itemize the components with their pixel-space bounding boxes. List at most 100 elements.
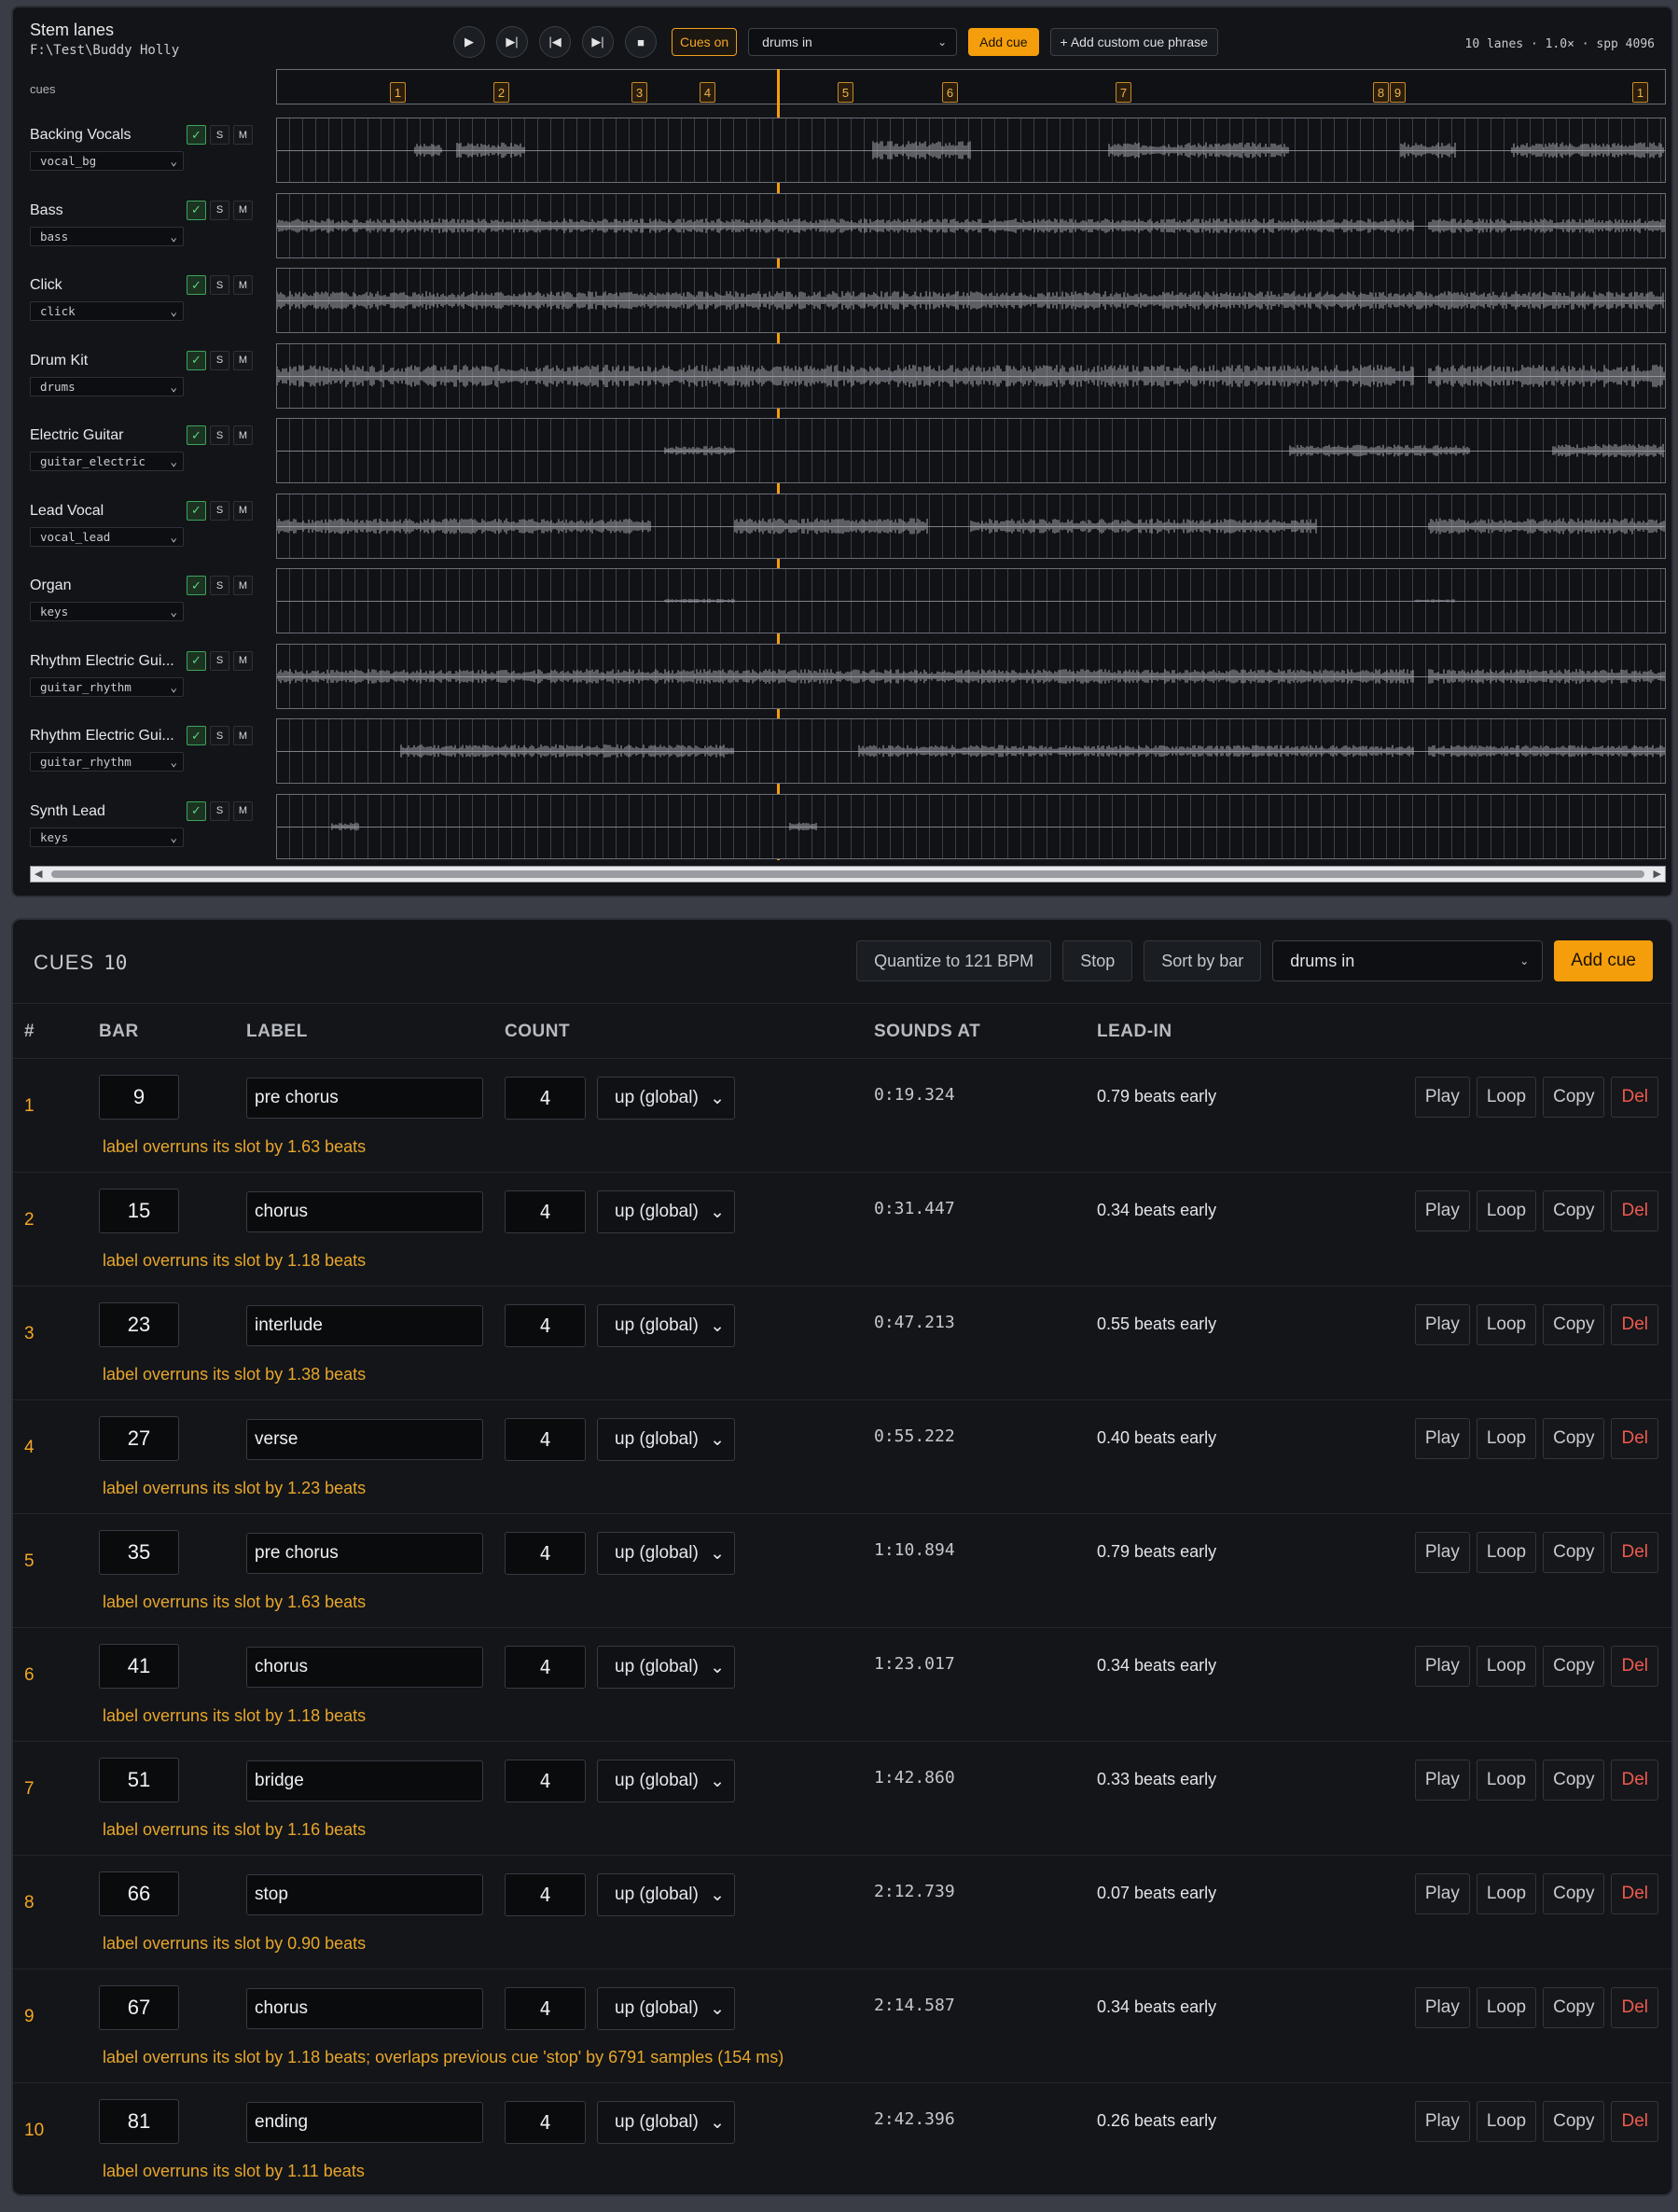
copy-button[interactable]: Copy [1543, 1987, 1605, 2028]
lane-enabled-checkbox[interactable]: ✓ [187, 500, 206, 521]
bar-input[interactable]: 81 [99, 2099, 179, 2144]
solo-button[interactable]: S [210, 726, 229, 745]
lane-source-select[interactable]: keys ⌄ [30, 602, 184, 621]
count-input[interactable]: 4 [505, 1532, 586, 1575]
lane-track[interactable] [276, 793, 1666, 859]
loop-button[interactable]: Loop [1476, 1418, 1537, 1459]
count-input[interactable]: 4 [505, 1760, 586, 1802]
count-input[interactable]: 4 [505, 1987, 586, 2030]
lane-source-select[interactable]: bass ⌄ [30, 226, 184, 246]
mute-button[interactable]: M [233, 275, 253, 295]
cue-marker[interactable]: 2 [493, 82, 509, 103]
delete-button[interactable]: Del [1611, 1077, 1658, 1118]
solo-button[interactable]: S [210, 200, 229, 220]
lane-source-select[interactable]: guitar_rhythm ⌄ [30, 752, 184, 772]
delete-button[interactable]: Del [1611, 1760, 1658, 1801]
cue-marker[interactable]: 1 [390, 82, 406, 103]
lane-enabled-checkbox[interactable]: ✓ [187, 650, 206, 671]
quantize-button[interactable]: Quantize to 121 BPM [856, 940, 1052, 981]
copy-button[interactable]: Copy [1543, 1418, 1605, 1459]
loop-button[interactable]: Loop [1476, 1532, 1537, 1573]
mute-button[interactable]: M [233, 350, 253, 370]
lane-source-select[interactable]: vocal_lead ⌄ [30, 526, 184, 547]
copy-button[interactable]: Copy [1543, 1646, 1605, 1687]
copy-button[interactable]: Copy [1543, 1190, 1605, 1231]
next-icon[interactable]: ▶| [582, 26, 614, 58]
play-button[interactable]: Play [1414, 1304, 1470, 1345]
play-button[interactable]: Play [1414, 2101, 1470, 2142]
label-input[interactable]: ending [246, 2102, 483, 2143]
stop-button[interactable]: Stop [1062, 940, 1133, 981]
solo-button[interactable]: S [210, 650, 229, 671]
direction-select[interactable]: up (global) ⌄ [597, 1190, 735, 1233]
play-button[interactable]: Play [1414, 1190, 1470, 1231]
loop-button[interactable]: Loop [1476, 1077, 1537, 1118]
solo-button[interactable]: S [210, 800, 229, 821]
mute-button[interactable]: M [233, 200, 253, 220]
solo-button[interactable]: S [210, 275, 229, 295]
cue-ruler[interactable]: 1 2 3 4 5 6 7 89 1 [276, 69, 1666, 104]
sort-by-bar-button[interactable]: Sort by bar [1144, 940, 1262, 981]
mute-button[interactable]: M [233, 726, 253, 745]
lane-enabled-checkbox[interactable]: ✓ [187, 726, 206, 745]
lane-track[interactable] [276, 192, 1666, 258]
lane-source-select[interactable]: guitar_electric ⌄ [30, 452, 184, 471]
loop-button[interactable]: Loop [1476, 1987, 1537, 2028]
lane-source-select[interactable]: keys ⌄ [30, 827, 184, 847]
play-button[interactable]: Play [1414, 1873, 1470, 1914]
lane-source-select[interactable]: click ⌄ [30, 301, 184, 321]
bar-input[interactable]: 41 [99, 1644, 179, 1689]
label-input[interactable]: chorus [246, 1988, 483, 2029]
count-input[interactable]: 4 [505, 2101, 586, 2144]
lane-enabled-checkbox[interactable]: ✓ [187, 576, 206, 595]
cue-marker[interactable]: 8 [1373, 82, 1389, 103]
solo-button[interactable]: S [210, 500, 229, 521]
cue-marker[interactable]: 4 [700, 82, 715, 103]
direction-select[interactable]: up (global) ⌄ [597, 1987, 735, 2030]
direction-select[interactable]: up (global) ⌄ [597, 1532, 735, 1575]
label-input[interactable]: chorus [246, 1191, 483, 1232]
bar-input[interactable]: 23 [99, 1302, 179, 1347]
loop-button[interactable]: Loop [1476, 1646, 1537, 1687]
lane-track[interactable] [276, 718, 1666, 784]
play-button[interactable]: Play [1414, 1760, 1470, 1801]
cues-toggle[interactable]: Cues on [672, 28, 738, 56]
label-input[interactable]: pre chorus [246, 1078, 483, 1119]
lane-track[interactable] [276, 342, 1666, 409]
lane-track[interactable] [276, 568, 1666, 633]
solo-button[interactable]: S [210, 425, 229, 445]
direction-select[interactable]: up (global) ⌄ [597, 1760, 735, 1802]
direction-select[interactable]: up (global) ⌄ [597, 1077, 735, 1120]
play-button[interactable]: Play [1414, 1077, 1470, 1118]
lane-enabled-checkbox[interactable]: ✓ [187, 200, 206, 220]
count-input[interactable]: 4 [505, 1646, 586, 1689]
count-input[interactable]: 4 [505, 1418, 586, 1461]
loop-button[interactable]: Loop [1476, 1760, 1537, 1801]
delete-button[interactable]: Del [1611, 1532, 1658, 1573]
delete-button[interactable]: Del [1611, 1304, 1658, 1345]
cue-marker[interactable]: 3 [631, 82, 647, 103]
copy-button[interactable]: Copy [1543, 1760, 1605, 1801]
bar-input[interactable]: 27 [99, 1416, 179, 1461]
phrase-select[interactable]: drums in ⌄ [748, 28, 958, 56]
label-input[interactable]: pre chorus [246, 1533, 483, 1574]
lane-track[interactable] [276, 493, 1666, 559]
count-input[interactable]: 4 [505, 1190, 586, 1233]
label-input[interactable]: interlude [246, 1305, 483, 1346]
lane-track[interactable] [276, 118, 1666, 183]
solo-button[interactable]: S [210, 125, 229, 145]
direction-select[interactable]: up (global) ⌄ [597, 1646, 735, 1689]
cue-marker[interactable]: 7 [1116, 82, 1131, 103]
mute-button[interactable]: M [233, 425, 253, 445]
mute-button[interactable]: M [233, 650, 253, 671]
bar-input[interactable]: 35 [99, 1530, 179, 1575]
copy-button[interactable]: Copy [1543, 1873, 1605, 1914]
stop-icon[interactable]: ■ [625, 26, 657, 58]
mute-button[interactable]: M [233, 800, 253, 821]
loop-button[interactable]: Loop [1476, 1873, 1537, 1914]
direction-select[interactable]: up (global) ⌄ [597, 1873, 735, 1916]
mute-button[interactable]: M [233, 125, 253, 145]
delete-button[interactable]: Del [1611, 1987, 1658, 2028]
direction-select[interactable]: up (global) ⌄ [597, 2101, 735, 2144]
solo-button[interactable]: S [210, 576, 229, 595]
